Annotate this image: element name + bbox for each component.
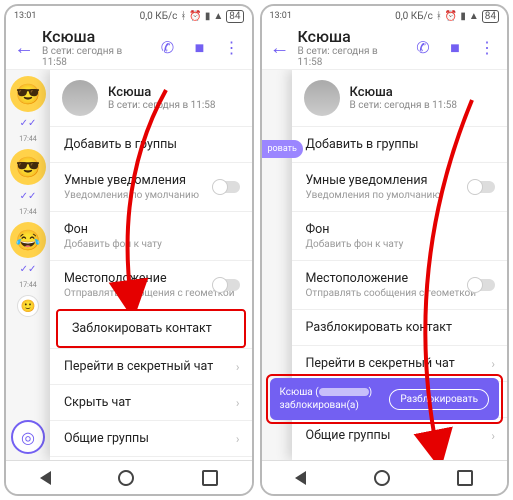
blocked-toast: Ксюша () заблокирован(а) Разблокировать [270, 378, 500, 420]
item-smart-notif[interactable]: Умные уведомления Уведомления по умолчан… [50, 162, 252, 211]
panel-name: Ксюша [350, 85, 458, 100]
bluetooth-icon: ᚼ [180, 11, 186, 22]
chevron-right-icon: › [236, 396, 240, 410]
contact-status: В сети: сегодня в 11:58 [42, 46, 148, 68]
bluetooth-icon: ᚼ [436, 11, 442, 22]
toggle[interactable] [214, 279, 240, 291]
alarm-icon: ⏰ [189, 11, 201, 22]
toggle[interactable] [214, 181, 240, 193]
chevron-right-icon: › [236, 432, 240, 446]
status-bar: 13:01 0,0 КБ/с ᚼ ⏰ ▮ ▲ 84 [6, 6, 252, 26]
chat-strip: 😎 ✓✓ 17:44 😎 ✓✓ 17:44 😂 ✓✓ 17:44 🙂 ◎ [6, 70, 50, 460]
signal-icon: ▮ [205, 11, 211, 22]
item-add-groups[interactable]: Добавить в группы [50, 126, 252, 162]
panel-name: Ксюша [108, 85, 216, 100]
contact-name: Ксюша [42, 27, 148, 46]
item-location[interactable]: Местоположение Отправлять сообщения с ге… [292, 260, 508, 309]
item-hide-chat[interactable]: Скрыть чат› [50, 384, 252, 420]
check-icon: ✓✓ [20, 118, 37, 129]
check-icon: ✓✓ [20, 191, 37, 202]
annotation-highlight: Ксюша () заблокирован(а) Разблокировать [266, 374, 504, 424]
chevron-right-icon: › [491, 357, 495, 371]
back-icon[interactable]: ← [14, 35, 34, 60]
panel-status: В сети: сегодня в 11:58 [108, 100, 216, 111]
phone-right: 13:01 0,0 КБ/с ᚼ ⏰ ▮ ▲ 84 ← Ксюша В сети… [260, 4, 510, 496]
toast-text: Ксюша () заблокирован(а) [280, 386, 373, 412]
compose-button[interactable]: ◎ [11, 420, 45, 454]
item-block-contact[interactable]: Заблокировать контакт [56, 309, 246, 348]
chevron-right-icon: › [236, 360, 240, 374]
status-time: 13:01 [270, 11, 292, 21]
item-background[interactable]: Фон Добавить фон к чату [50, 211, 252, 260]
more-icon[interactable]: ⋮ [475, 38, 499, 57]
redacted-number [319, 388, 369, 396]
chat-header: ← Ксюша В сети: сегодня в 11:58 ✆ ■ ⋮ [262, 26, 508, 70]
battery-icon: 84 [226, 10, 243, 23]
chat-header: ← Ксюша В сети: сегодня в 11:58 ✆ ■ ⋮ [6, 26, 252, 70]
nav-home[interactable] [374, 470, 390, 486]
android-navbar [262, 460, 508, 494]
sticker: 😎 [10, 149, 46, 185]
msg-time: 17:44 [19, 135, 36, 143]
nav-home[interactable] [118, 470, 134, 486]
nav-recent[interactable] [457, 470, 473, 486]
signal-icon: ▮ [460, 11, 466, 22]
android-navbar [6, 460, 252, 494]
alarm-icon: ⏰ [445, 11, 457, 22]
item-secret-chat[interactable]: Перейти в секретный чат› [50, 348, 252, 384]
toast-unblock-button[interactable]: Разблокировать [389, 389, 489, 410]
nav-back[interactable] [295, 471, 306, 485]
sticker-sent: 🙂 [17, 295, 39, 317]
status-net: 0,0 КБ/с [395, 11, 433, 22]
msg-time: 17:44 [19, 281, 36, 289]
phone-left: 13:01 0,0 КБ/с ᚼ ⏰ ▮ ▲ 84 ← Ксюша В сети… [4, 4, 254, 496]
item-shared-groups[interactable]: Общие группы› [50, 420, 252, 456]
item-background[interactable]: Фон Добавить фон к чату [292, 211, 508, 260]
item-add-groups[interactable]: Добавить в группы [292, 126, 508, 162]
call-icon[interactable]: ✆ [156, 38, 180, 57]
contact-status: В сети: сегодня в 11:58 [298, 46, 404, 68]
battery-icon: 84 [482, 10, 499, 23]
call-icon[interactable]: ✆ [411, 38, 435, 57]
contact-panel: Ксюша В сети: сегодня в 11:58 Добавить в… [50, 70, 252, 460]
header-title[interactable]: Ксюша В сети: сегодня в 11:58 [298, 27, 404, 68]
status-time: 13:01 [14, 11, 36, 21]
video-icon[interactable]: ■ [188, 38, 212, 58]
status-net: 0,0 КБ/с [140, 11, 178, 22]
nav-recent[interactable] [202, 470, 218, 486]
chevron-right-icon: › [491, 429, 495, 443]
avatar [304, 80, 340, 116]
toggle[interactable] [469, 181, 495, 193]
back-icon[interactable]: ← [270, 35, 290, 60]
item-location[interactable]: Местоположение Отправлять сообщения с ге… [50, 260, 252, 309]
toggle[interactable] [469, 279, 495, 291]
status-bar: 13:01 0,0 КБ/с ᚼ ⏰ ▮ ▲ 84 [262, 6, 508, 26]
header-title[interactable]: Ксюша В сети: сегодня в 11:58 [42, 27, 148, 68]
msg-time: 17:44 [19, 208, 36, 216]
wifi-icon: ▲ [213, 11, 223, 22]
video-icon[interactable]: ■ [443, 38, 467, 58]
panel-status: В сети: сегодня в 11:58 [350, 100, 458, 111]
item-smart-notif[interactable]: Умные уведомления Уведомления по умолчан… [292, 162, 508, 211]
sticker: 😂 [10, 222, 46, 258]
avatar [62, 80, 98, 116]
check-icon: ✓✓ [20, 264, 37, 275]
profile-row[interactable]: Ксюша В сети: сегодня в 11:58 [50, 70, 252, 126]
item-unblock-contact[interactable]: Разблокировать контакт [292, 309, 508, 345]
profile-row[interactable]: Ксюша В сети: сегодня в 11:58 [292, 70, 508, 126]
sticker: 😎 [10, 76, 46, 112]
wifi-icon: ▲ [469, 11, 479, 22]
item-delete-chat[interactable]: Удалить чат [50, 456, 252, 460]
nav-back[interactable] [40, 471, 51, 485]
more-icon[interactable]: ⋮ [220, 38, 244, 57]
contact-name: Ксюша [298, 27, 404, 46]
